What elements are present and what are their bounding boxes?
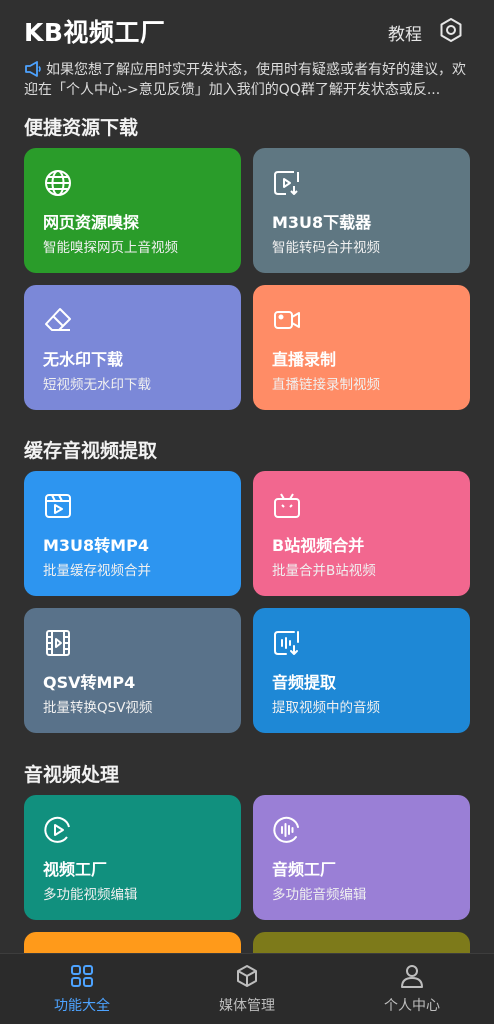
video-download-icon [272,168,302,198]
card-subtitle: 多功能视频编辑 [43,887,138,903]
card-subtitle: 智能转码合并视频 [272,240,380,256]
card-title: 视频工厂 [43,860,108,879]
card-bilibili-merge[interactable]: B站视频合并 批量合并B站视频 [253,471,470,596]
card-title: 音频工厂 [272,860,337,879]
nav-features-label: 功能大全 [54,998,110,1014]
tutorial-link[interactable]: 教程 [388,20,422,45]
card-title: 音频提取 [272,673,337,692]
settings-icon[interactable] [438,17,464,43]
nav-media-label: 媒体管理 [219,998,275,1014]
card-title: M3U8转MP4 [43,536,149,555]
cube-icon [234,963,260,989]
bottom-nav: 功能大全 媒体管理 个人中心 [0,953,494,1024]
card-qsv-to-mp4[interactable]: QSV转MP4 批量转换QSV视频 [24,608,241,733]
card-title: QSV转MP4 [43,673,136,692]
notice-banner[interactable]: 如果您想了解应用时实开发状态，使用时有疑惑或者有好的建议，欢迎在「个人中心->意… [24,60,474,100]
audio-wave-icon [272,815,302,845]
section-title-quick-download: 便捷资源下载 [24,117,139,139]
card-video-factory[interactable]: 视频工厂 多功能视频编辑 [24,795,241,920]
card-subtitle: 批量合并B站视频 [272,563,376,579]
card-subtitle: 短视频无水印下载 [43,377,151,393]
notice-text: 如果您想了解应用时实开发状态，使用时有疑惑或者有好的建议，欢迎在「个人中心->意… [24,62,466,98]
card-title: M3U8下载器 [272,213,372,232]
card-m3u8-to-mp4[interactable]: M3U8转MP4 批量缓存视频合并 [24,471,241,596]
clapperboard-icon [43,491,73,521]
app-header: KB视频工厂 教程 [0,0,494,56]
app-title: KB视频工厂 [24,18,166,47]
bilibili-tv-icon [272,491,302,521]
nav-features[interactable]: 功能大全 [0,954,164,1024]
nav-profile-label: 个人中心 [384,998,440,1014]
grid-icon [69,963,95,989]
card-subtitle: 智能嗅探网页上音视频 [43,240,178,256]
audio-extract-icon [272,628,302,658]
section-title-av-processing: 音视频处理 [24,764,120,786]
card-title: 无水印下载 [43,350,124,369]
card-subtitle: 批量缓存视频合并 [43,563,151,579]
card-m3u8-downloader[interactable]: M3U8下载器 智能转码合并视频 [253,148,470,273]
section-title-cache-extract: 缓存音视频提取 [24,440,158,462]
card-no-watermark[interactable]: 无水印下载 短视频无水印下载 [24,285,241,410]
card-title: 网页资源嗅探 [43,213,140,232]
card-web-sniff[interactable]: 网页资源嗅探 智能嗅探网页上音视频 [24,148,241,273]
card-live-record[interactable]: 直播录制 直播链接录制视频 [253,285,470,410]
card-subtitle: 多功能音频编辑 [272,887,367,903]
user-icon [399,963,425,989]
card-subtitle: 提取视频中的音频 [272,700,380,716]
film-strip-icon [43,628,73,658]
card-title: B站视频合并 [272,536,365,555]
video-camera-icon [272,305,302,335]
eraser-icon [43,305,73,335]
card-audio-extract[interactable]: 音频提取 提取视频中的音频 [253,608,470,733]
card-title: 直播录制 [272,350,337,369]
card-audio-factory[interactable]: 音频工厂 多功能音频编辑 [253,795,470,920]
nav-media[interactable]: 媒体管理 [165,954,329,1024]
globe-icon [43,168,73,198]
card-subtitle: 直播链接录制视频 [272,377,380,393]
nav-profile[interactable]: 个人中心 [330,954,494,1024]
card-subtitle: 批量转换QSV视频 [43,700,153,716]
play-circle-icon [43,815,73,845]
